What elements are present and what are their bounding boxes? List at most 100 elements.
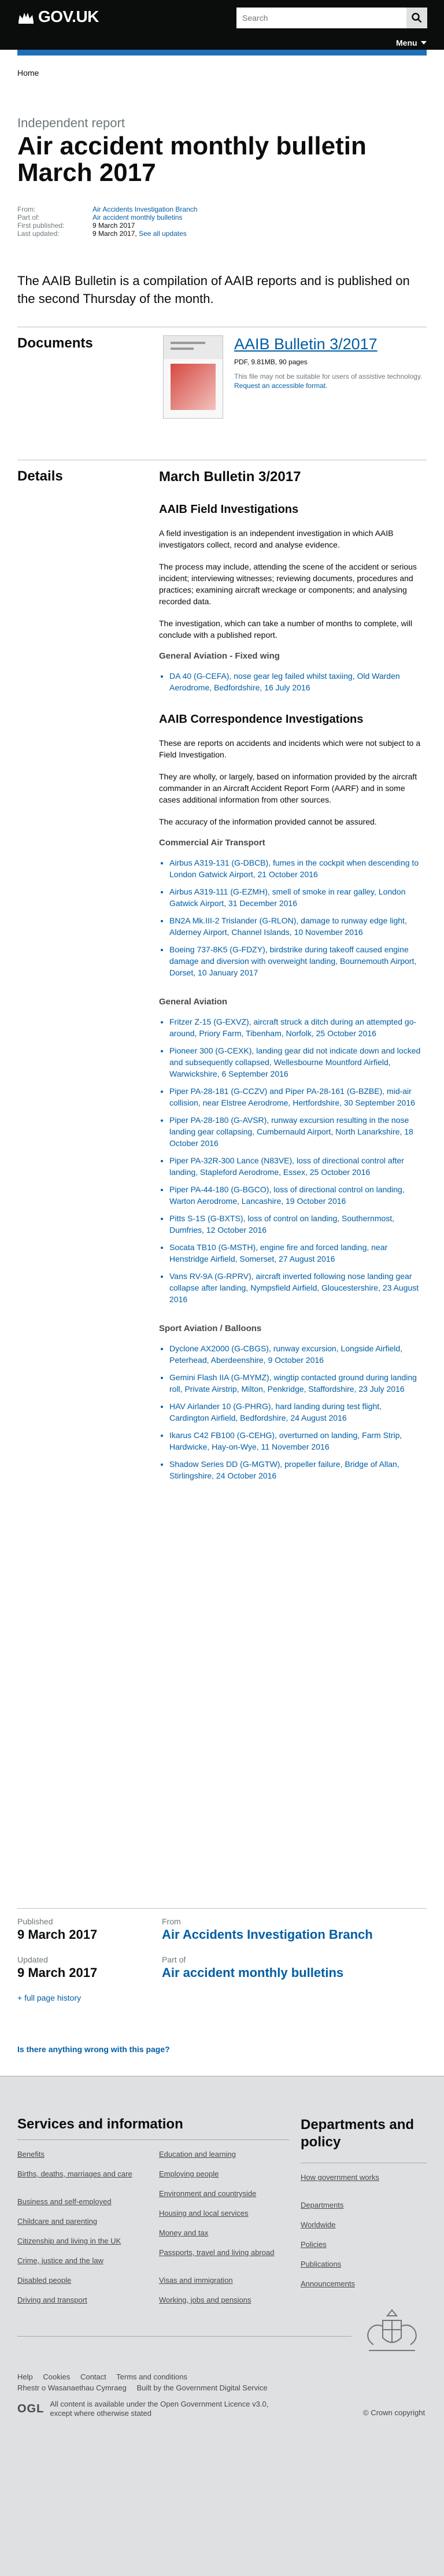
footer-link[interactable]: How government works [301, 2173, 393, 2182]
footer-link[interactable]: Disabled people [17, 2276, 71, 2285]
meta-label: From: [17, 205, 36, 213]
list-item: Dyclone AX2000 (G-CBGS), runway excursio… [169, 1343, 422, 1366]
licence-text: All content is available under the Open … [50, 2400, 269, 2418]
published-date: 9 March 2017 [17, 1927, 98, 1942]
divider [17, 1908, 427, 1909]
contact-link[interactable]: Contact [80, 2372, 106, 2381]
part-of-link[interactable]: Air accident monthly bulletins [162, 1965, 343, 1980]
footer-link[interactable]: Policies [301, 2240, 327, 2249]
welsh-services-link[interactable]: Rhestr o Wasanaethau Cymraeg [17, 2383, 127, 2392]
feedback-prompt: Is there anything wrong with this page? [17, 2045, 170, 2054]
body-paragraph: These are reports on accidents and incid… [159, 738, 421, 759]
report-link[interactable]: Dyclone AX2000 (G-CBGS), runway excursio… [169, 1344, 402, 1365]
list-item: Airbus A319-131 (G-DBCB), fumes in the c… [169, 857, 422, 880]
list-item: Boeing 737-8K5 (G-FDZY), birdstrike duri… [169, 944, 422, 978]
document-type: Independent report [17, 116, 125, 130]
metadata-list: From: Air Accidents Investigation Branch… [17, 205, 197, 238]
footer-link[interactable]: Working, jobs and pensions [159, 2296, 251, 2304]
report-link[interactable]: HAV Airlander 10 (G-PHRG), hard landing … [169, 1402, 382, 1422]
footer-link[interactable]: Money and tax [159, 2228, 208, 2237]
list-item: DA 40 (G-CEFA), nose gear leg failed whi… [169, 670, 422, 693]
menu-label: Menu [396, 38, 417, 47]
footer-link[interactable]: Environment and countryside [159, 2189, 256, 2198]
document-thumbnail[interactable] [163, 335, 223, 419]
footer-link[interactable]: Business and self-employed [17, 2197, 112, 2206]
report-link[interactable]: Piper PA-32R-300 Lance (N83VE), loss of … [169, 1156, 404, 1177]
meta-from-link[interactable]: Air Accidents Investigation Branch [92, 205, 197, 213]
footer-link[interactable]: Citizenship and living in the UK [17, 2237, 121, 2245]
report-link[interactable]: BN2A Mk.III-2 Trislander (G-RLON), damag… [169, 916, 407, 937]
meta-row-from: From: Air Accidents Investigation Branch [17, 205, 197, 213]
footer-link[interactable]: Worldwide [301, 2220, 335, 2229]
footer-meta-links: Help Cookies Contact Terms and condition… [17, 2372, 268, 2392]
menu-button[interactable]: Menu [396, 38, 427, 47]
footer-link[interactable]: Births, deaths, marriages and care [17, 2170, 133, 2178]
footer-link[interactable]: Crime, justice and the law [17, 2256, 103, 2265]
general-aviation-heading: General Aviation [159, 997, 228, 1007]
see-all-updates-link[interactable]: See all updates [139, 230, 187, 238]
report-problem-link[interactable]: Is there anything wrong with this page? [17, 2045, 170, 2054]
meta-label: First published: [17, 221, 65, 230]
list-item: Fritzer Z-15 (G-EXVZ), aircraft struck a… [169, 1016, 422, 1039]
report-link[interactable]: Gemini Flash IIA (G-MYMZ), wingtip conta… [169, 1373, 417, 1394]
footer-link[interactable]: Departments [301, 2201, 343, 2209]
meta-part-of-link[interactable]: Air accident monthly bulletins [92, 213, 182, 221]
report-link[interactable]: Airbus A319-131 (G-DBCB), fumes in the c… [169, 858, 419, 879]
published-label: Published [17, 1917, 53, 1926]
search-input[interactable] [236, 8, 406, 28]
open-government-licence-link[interactable]: Open Government Licence v3.0 [160, 2400, 267, 2408]
full-page-history-link[interactable]: + full page history [17, 1993, 81, 2002]
report-link[interactable]: Piper PA-44-180 (G-BGCO), loss of direct… [169, 1185, 405, 1206]
report-link[interactable]: Boeing 737-8K5 (G-FDZY), birdstrike duri… [169, 945, 416, 977]
footer-link[interactable]: Visas and immigration [159, 2276, 233, 2285]
from-link[interactable]: Air Accidents Investigation Branch [162, 1927, 373, 1942]
meta-row-part-of: Part of: Air accident monthly bulletins [17, 213, 197, 221]
report-link[interactable]: Pitts S-1S (G-BXTS), loss of control on … [169, 1214, 394, 1235]
from-label: From [162, 1917, 181, 1926]
report-link[interactable]: Fritzer Z-15 (G-EXVZ), aircraft struck a… [169, 1017, 416, 1038]
report-link[interactable]: Airbus A319-111 (G-EZMH), smell of smoke… [169, 887, 406, 908]
report-link[interactable]: Piper PA-28-180 (G-AVSR), runway excursi… [169, 1115, 413, 1148]
report-link[interactable]: Piper PA-28-181 (G-CCZV) and Piper PA-28… [169, 1086, 415, 1107]
cookies-link[interactable]: Cookies [43, 2372, 70, 2381]
footer-link[interactable]: Announcements [301, 2279, 355, 2288]
departments-heading: Departments and policy [301, 2117, 415, 2150]
crown-copyright-link[interactable]: © Crown copyright [363, 2408, 425, 2417]
commercial-air-transport-list: Airbus A319-131 (G-DBCB), fumes in the c… [159, 857, 422, 978]
footer-link[interactable]: Driving and transport [17, 2296, 87, 2304]
accessibility-note: This file may not be suitable for users … [234, 372, 423, 390]
footer-link[interactable]: Childcare and parenting [17, 2217, 97, 2226]
list-item: Piper PA-28-180 (G-AVSR), runway excursi… [169, 1114, 422, 1149]
terms-link[interactable]: Terms and conditions [116, 2372, 187, 2381]
correspondence-investigations-heading: AAIB Correspondence Investigations [159, 713, 364, 726]
list-item: BN2A Mk.III-2 Trislander (G-RLON), damag… [169, 915, 422, 938]
footer-link[interactable]: Passports, travel and living abroad [159, 2248, 275, 2257]
footer-link[interactable]: Benefits [17, 2150, 45, 2159]
report-link[interactable]: Vans RV-9A (G-RPRV), aircraft inverted f… [169, 1272, 419, 1304]
title-block: Independent report Air accident monthly … [17, 116, 376, 186]
list-item: Shadow Series DD (G-MGTW), propeller fai… [169, 1458, 422, 1481]
report-link[interactable]: Socata TB10 (G-MSTH), engine fire and fo… [169, 1243, 387, 1263]
document-title-link[interactable]: AAIB Bulletin 3/2017 [234, 335, 425, 353]
meta-label: Last updated: [17, 230, 60, 238]
breadcrumb: Home [17, 68, 39, 77]
breadcrumb-home[interactable]: Home [17, 68, 39, 77]
ga-fixed-wing-heading: General Aviation - Fixed wing [159, 651, 280, 661]
report-link[interactable]: DA 40 (G-CEFA), nose gear leg failed whi… [169, 671, 400, 692]
footer-link[interactable]: Employing people [159, 2170, 219, 2178]
search-button[interactable] [406, 8, 427, 28]
report-link[interactable]: Ikarus C42 FB100 (G-CEHG), overturned on… [169, 1431, 402, 1451]
report-link[interactable]: Shadow Series DD (G-MGTW), propeller fai… [169, 1459, 399, 1480]
details-body: March Bulletin 3/2017 AAIB Field Investi… [159, 468, 422, 1500]
list-item: Piper PA-28-181 (G-CCZV) and Piper PA-28… [169, 1085, 422, 1108]
footer-link[interactable]: Publications [301, 2260, 341, 2268]
footer-link[interactable]: Housing and local services [159, 2209, 249, 2217]
meta-row-first-published: First published: 9 March 2017 [17, 221, 197, 230]
govuk-logo-link[interactable]: GOV.UK [17, 5, 99, 28]
request-accessible-format-link[interactable]: Request an accessible format. [234, 382, 327, 390]
list-item: Pitts S-1S (G-BXTS), loss of control on … [169, 1213, 422, 1236]
document-footer-meta: Published 9 March 2017 From Air Accident… [17, 1917, 427, 2004]
footer-link[interactable]: Education and learning [159, 2150, 236, 2159]
help-link[interactable]: Help [17, 2372, 33, 2381]
report-link[interactable]: Pioneer 300 (G-CEXK), landing gear did n… [169, 1046, 420, 1078]
